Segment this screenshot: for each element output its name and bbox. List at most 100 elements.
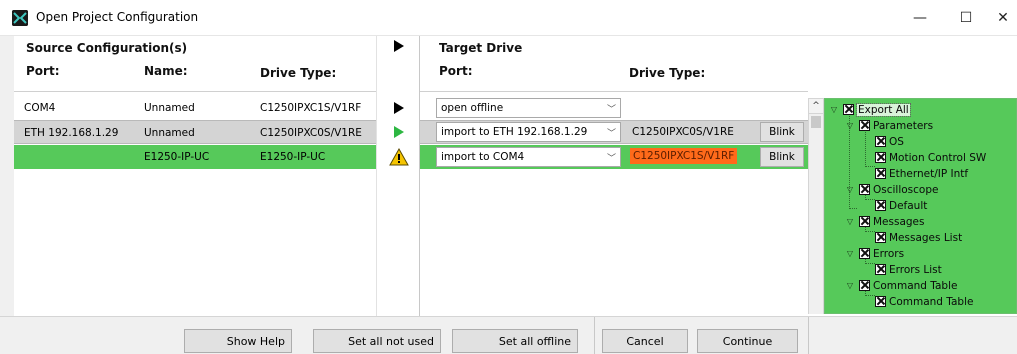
source-row[interactable]: COM4 Unnamed C1250IPXC1S/V1RF [14,96,376,120]
checkbox-checked-icon[interactable] [843,104,854,115]
continue-button[interactable]: Continue [697,329,798,353]
target-port-select[interactable]: import to ETH 192.168.1.29 ﹀ [436,122,621,142]
target-port-select-value: import to ETH 192.168.1.29 [441,126,588,138]
set-all-not-used-button[interactable]: Set all not used [313,329,441,353]
tree-node-label: Command Table [873,279,958,292]
maximize-button[interactable]: ☐ [943,0,989,36]
tree-node-command-table[interactable]: ▽ Command Table [845,278,958,293]
tree-node-label: Errors List [889,263,942,276]
target-drive-type-mismatch: C1250IPXC1S/V1RF [630,148,738,164]
tree-node-label: Messages List [889,231,963,244]
source-configuration-panel: Source Configuration(s) Port: Name: Driv… [14,36,376,316]
blink-button[interactable]: Blink [760,147,804,167]
tree-node-label: OS [889,135,904,148]
target-port-header: Port: [439,64,473,78]
checkbox-checked-icon[interactable] [859,216,870,227]
button-divider [594,317,595,354]
source-row-selected[interactable]: E1250-IP-UC E1250-IP-UC [14,145,376,169]
source-drive-type-cell: C1250IPXC0S/V1RE [260,127,362,139]
target-drive-panel: Target Drive Port: Drive Type: open offl… [420,36,808,316]
target-drive-type-cell: C1250IPXC0S/V1RE [632,126,734,138]
target-port-select[interactable]: open offline ﹀ [436,98,621,118]
source-section-title: Source Configuration(s) [26,41,188,55]
chevron-down-icon[interactable]: ▽ [845,281,855,290]
button-divider [808,317,809,354]
source-drive-type-cell: C1250IPXC1S/V1RF [260,102,362,114]
chevron-down-icon: ﹀ [606,105,616,115]
source-name-header: Name: [144,64,188,78]
close-button[interactable]: ✕ [989,0,1017,36]
checkbox-checked-icon[interactable] [875,200,886,211]
target-section-title: Target Drive [439,41,523,55]
checkbox-checked-icon[interactable] [859,248,870,259]
cancel-button[interactable]: Cancel [602,329,688,353]
tree-node-export-all[interactable]: ▽ Export All [829,102,911,117]
checkbox-checked-icon[interactable] [875,232,886,243]
export-tree-panel: ^ ▽ Export All ▽ Parameters OS Motion Co… [808,36,1017,316]
tree-node-messages-list[interactable]: Messages List [875,230,962,245]
target-port-select-value: import to COM4 [441,151,525,163]
chevron-down-icon[interactable]: ▽ [845,249,855,258]
status-indicator-column [376,36,420,316]
show-help-button[interactable]: Show Help [184,329,292,353]
tree-node-messages[interactable]: ▽ Messages [845,214,925,229]
checkbox-checked-icon[interactable] [875,296,886,307]
checkbox-checked-icon[interactable] [875,264,886,275]
tree-guide-line [865,128,875,167]
scrollbar-thumb[interactable] [811,116,821,128]
tree-node-default[interactable]: Default [875,198,927,213]
checkbox-checked-icon[interactable] [875,136,886,147]
scroll-up-button[interactable]: ^ [808,98,824,114]
app-logo-icon [12,10,28,26]
play-arrow-icon [394,102,404,114]
source-port-header: Port: [26,64,60,78]
source-name-cell: E1250-IP-UC [144,151,210,163]
chevron-down-icon[interactable]: ▽ [845,185,855,194]
source-name-cell: Unnamed [144,102,195,114]
tree-node-parameters[interactable]: ▽ Parameters [845,118,933,133]
header-separator [420,91,808,92]
title-bar: Open Project Configuration — ☐ ✕ [0,0,1017,36]
source-name-cell: Unnamed [144,127,195,139]
source-row[interactable]: ETH 192.168.1.29 Unnamed C1250IPXC0S/V1R… [14,120,376,144]
checkbox-checked-icon[interactable] [859,184,870,195]
chevron-down-icon[interactable]: ▽ [829,105,839,114]
play-arrow-icon [394,40,404,52]
checkbox-checked-icon[interactable] [875,152,886,163]
tree-node-label: Oscilloscope [873,183,939,196]
source-drive-type-cell: E1250-IP-UC [260,151,326,163]
source-port-cell: COM4 [24,102,56,114]
checkbox-checked-icon[interactable] [859,120,870,131]
tree-node-label: Command Table [889,295,974,308]
play-arrow-icon [394,126,404,138]
blink-button[interactable]: Blink [760,122,804,142]
tree-node-label: Ethernet/IP Intf [889,167,969,180]
chevron-down-icon: ﹀ [606,129,616,139]
warning-icon [389,148,409,166]
tree-node-motion-control-sw[interactable]: Motion Control SW [875,150,986,165]
chevron-down-icon[interactable]: ▽ [845,217,855,226]
tree-node-label: Errors [873,247,905,260]
tree-node-errors[interactable]: ▽ Errors [845,246,904,261]
tree-node-command-table-child[interactable]: Command Table [875,294,973,309]
tree-node-oscilloscope[interactable]: ▽ Oscilloscope [845,182,939,197]
minimize-button[interactable]: — [897,0,943,36]
scrollbar[interactable] [808,114,824,314]
chevron-down-icon[interactable]: ▽ [845,121,855,130]
window-title: Open Project Configuration [36,10,199,24]
set-all-offline-button[interactable]: Set all offline [452,329,578,353]
target-port-select-value: open offline [441,102,504,114]
tree-node-ethernet-ip-intf[interactable]: Ethernet/IP Intf [875,166,968,181]
tree-node-errors-list[interactable]: Errors List [875,262,942,277]
target-drive-type-header: Drive Type: [629,66,706,80]
source-drive-type-header: Drive Type: [260,66,337,80]
target-port-select[interactable]: import to COM4 ﹀ [436,147,621,167]
tree-node-os[interactable]: OS [875,134,904,149]
tree-node-label: Motion Control SW [889,151,987,164]
checkbox-checked-icon[interactable] [875,168,886,179]
chevron-down-icon: ﹀ [606,154,616,164]
checkbox-checked-icon[interactable] [859,280,870,291]
tree-node-label: Messages [873,215,925,228]
tree-node-label: Default [889,199,928,212]
export-tree: ▽ Export All ▽ Parameters OS Motion Cont… [824,98,1017,314]
